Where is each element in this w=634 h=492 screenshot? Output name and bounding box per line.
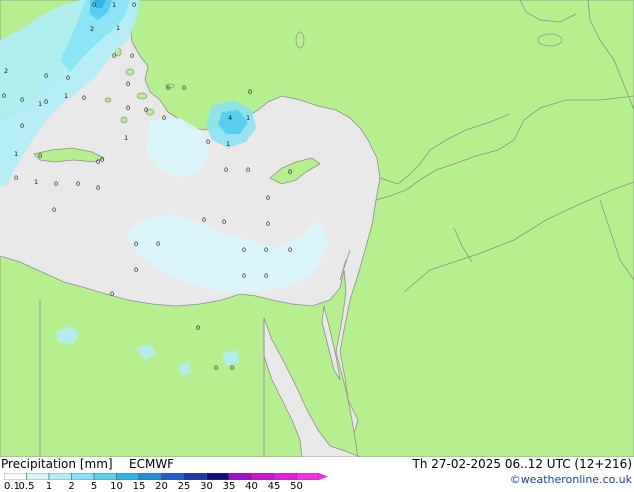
legend-swatch <box>206 473 230 480</box>
legend-tick-label: 45 <box>267 481 281 492</box>
precip-value-label: 1 <box>124 134 128 142</box>
precip-value-label: 2 <box>4 67 8 75</box>
precip-value-label: 0 <box>20 122 24 130</box>
legend-swatch <box>251 473 275 480</box>
legend-swatch <box>183 473 207 480</box>
precip-value-label: 0 <box>14 174 18 182</box>
precip-value-label: 1 <box>38 100 42 108</box>
precip-value-label: 0 <box>132 1 136 9</box>
precip-value-label: 0 <box>248 88 252 96</box>
precip-value-label: 0 <box>52 206 56 214</box>
legend-swatch <box>116 473 140 480</box>
precip-value-label: 0 <box>134 240 138 248</box>
precipitation-map: 0102100200001000100000001010004101010000… <box>0 0 634 457</box>
precip-value-label: 0 <box>266 220 270 228</box>
legend-tick-label: 2 <box>68 481 75 492</box>
precip-value-label: 0 <box>144 106 148 114</box>
precip-value-label: 1 <box>116 24 120 32</box>
precip-value-label: 0 <box>134 266 138 274</box>
legend-tick-label: 1 <box>45 481 53 492</box>
precip-value-label: 0 <box>156 240 160 248</box>
precip-value-label: 0 <box>182 84 186 92</box>
legend-tick-label: 10 <box>110 481 123 492</box>
precip-value-label: 0 <box>214 364 218 372</box>
legend-tick-label: 5 <box>90 481 98 492</box>
credit-link[interactable]: ©weatheronline.co.uk <box>510 473 632 486</box>
valid-time: Th 27-02-2025 06..12 UTC (12+216) <box>412 457 632 471</box>
precip-value-label: 0 <box>196 324 200 332</box>
precip-value-label: 0 <box>112 52 116 60</box>
legend-footer: Precipitation [mm] ECMWF Th 27-02-2025 0… <box>0 457 634 492</box>
precip-value-label: 1 <box>226 140 230 148</box>
precip-value-label: 1 <box>112 1 116 9</box>
precip-value-label: 0 <box>2 92 6 100</box>
precip-value-label: 0 <box>246 166 250 174</box>
precip-value-label: 4 <box>228 114 232 122</box>
precip-value-label: 0 <box>44 98 48 106</box>
precip-value-label: 0 <box>100 156 104 164</box>
precip-value-label: 0 <box>266 194 270 202</box>
precip-value-label: 1 <box>246 114 250 122</box>
precip-value-label: 0 <box>126 80 130 88</box>
precip-value-label: 0 <box>82 94 86 102</box>
legend-swatch <box>296 473 320 480</box>
precip-value-label: 0 <box>54 180 58 188</box>
precip-value-label: 0 <box>264 272 268 280</box>
legend-swatch <box>48 473 72 480</box>
precip-value-label: 1 <box>14 150 18 158</box>
legend-swatch <box>138 473 162 480</box>
legend-tick-label: 30 <box>200 481 213 492</box>
precip-value-label: 0 <box>242 272 246 280</box>
legend-title: Precipitation [mm] <box>1 457 113 471</box>
legend-swatch <box>26 473 50 480</box>
precip-value-label: 0 <box>288 246 292 254</box>
legend-tick-label: 20 <box>155 481 168 492</box>
precip-value-label: 0 <box>242 246 246 254</box>
color-scale-bar <box>4 473 328 480</box>
legend-tick-label: 25 <box>177 481 191 492</box>
precip-value-label: 0 <box>38 152 42 160</box>
precip-value-label: 0 <box>166 84 170 92</box>
precip-value-label: 0 <box>96 184 100 192</box>
precip-value-label: 0 <box>66 74 70 82</box>
legend-swatch <box>161 473 185 480</box>
legend-tick-label: 0.5 <box>18 481 35 492</box>
legend-swatch <box>71 473 95 480</box>
model-name: ECMWF <box>129 457 175 471</box>
precip-value-label: 0 <box>76 180 80 188</box>
legend-swatch <box>228 473 252 480</box>
legend-tick-label: 40 <box>245 481 258 492</box>
precip-value-label: 0 <box>130 52 134 60</box>
legend-tick-label: 35 <box>222 481 236 492</box>
precip-value-label: 1 <box>64 92 68 100</box>
precip-value-label: 0 <box>222 218 226 226</box>
precip-value-label: 0 <box>206 138 210 146</box>
legend-swatch <box>4 473 27 480</box>
precip-value-label: 0 <box>224 166 228 174</box>
precip-value-label: 0 <box>20 96 24 104</box>
precip-value-label: 0 <box>230 364 234 372</box>
precip-value-label: 0 <box>264 246 268 254</box>
precip-value-label: 0 <box>288 168 292 176</box>
legend-swatch <box>93 473 117 480</box>
precip-value-label: 0 <box>126 104 130 112</box>
precip-value-label: 0 <box>162 114 166 122</box>
precip-value-label: 1 <box>34 178 38 186</box>
precip-value-label: 0 <box>44 72 48 80</box>
precip-value-label: 0 <box>110 290 114 298</box>
legend-swatch <box>273 473 297 480</box>
legend-arrow <box>319 473 328 480</box>
legend-tick-label: 15 <box>132 481 146 492</box>
precip-value-label: 0 <box>202 216 206 224</box>
precip-value-label: 0 <box>92 1 96 9</box>
precip-value-label: 2 <box>90 25 94 33</box>
legend-tick-label: 50 <box>290 481 303 492</box>
